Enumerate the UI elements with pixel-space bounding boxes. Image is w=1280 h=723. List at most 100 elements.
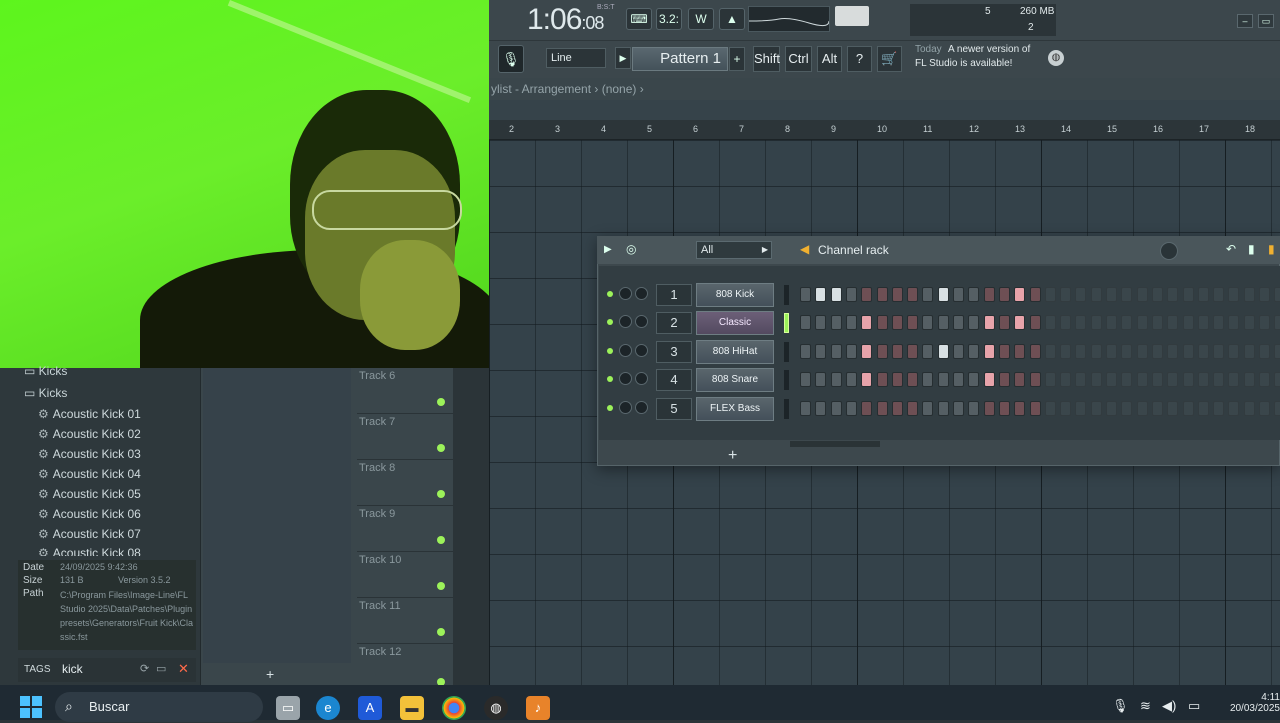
add-pattern-button[interactable]: + (729, 47, 745, 71)
track-header[interactable]: Track 12 (357, 644, 453, 690)
browser-item[interactable]: ⚙ Acoustic Kick 08 (38, 546, 141, 556)
track-mute-led[interactable] (437, 628, 445, 636)
step-button[interactable] (953, 315, 964, 330)
step-button[interactable] (845, 287, 857, 302)
channel-row[interactable]: 5 FLEX Bass (599, 395, 1280, 423)
step-button[interactable] (1090, 401, 1102, 416)
channel-name-button[interactable]: 808 Snare (696, 368, 774, 392)
track-mute-led[interactable] (437, 490, 445, 498)
channel-name-button[interactable]: 808 Kick (696, 283, 774, 307)
step-button[interactable] (1274, 401, 1280, 416)
shift-key-button[interactable]: Shift (753, 46, 780, 72)
browser-item[interactable]: ⚙ Acoustic Kick 01 (38, 407, 141, 421)
fl-studio-icon[interactable]: ♪ (526, 696, 550, 720)
app-icon[interactable]: A (358, 696, 382, 720)
step-button[interactable] (937, 401, 949, 416)
channel-select-indicator[interactable] (784, 399, 789, 419)
step-button[interactable] (1228, 315, 1240, 330)
master-volume[interactable] (835, 6, 869, 26)
step-button[interactable] (1213, 315, 1225, 330)
step-button[interactable] (1121, 287, 1133, 302)
pattern-play-icon[interactable]: ▶ (615, 47, 631, 69)
step-button[interactable] (907, 287, 919, 302)
step-button[interactable] (1060, 372, 1072, 387)
track-header[interactable]: Track 6 (357, 368, 453, 414)
step-button[interactable] (953, 401, 964, 416)
rack-scrollbar[interactable] (790, 441, 880, 447)
step-button[interactable] (830, 315, 842, 330)
edge-icon[interactable]: e (316, 696, 340, 720)
step-button[interactable] (800, 315, 811, 330)
step-button[interactable] (998, 401, 1010, 416)
volume-knob[interactable] (635, 344, 648, 357)
channel-mute-led[interactable] (607, 348, 613, 354)
step-button[interactable] (1228, 287, 1240, 302)
playlist-ruler[interactable]: 2 3 4 5 6 7 8 9 10 11 12 13 14 15 16 17 … (489, 120, 1280, 140)
step-button[interactable] (1213, 287, 1225, 302)
graph-icon[interactable]: ▮ (1248, 242, 1255, 256)
step-button[interactable] (861, 287, 873, 302)
step-button[interactable] (891, 287, 903, 302)
step-button[interactable] (891, 315, 903, 330)
step-button[interactable] (1259, 401, 1270, 416)
volume-knob[interactable] (635, 315, 648, 328)
track-header[interactable]: Track 8 (357, 460, 453, 506)
step-button[interactable] (1029, 401, 1041, 416)
step-button[interactable] (1090, 315, 1102, 330)
channel-mute-led[interactable] (607, 376, 613, 382)
step-button[interactable] (815, 344, 827, 359)
wifi-icon[interactable]: ≋ (1140, 698, 1151, 714)
channel-row[interactable]: 1 808 Kick (599, 281, 1280, 309)
wait-input-button[interactable]: W (688, 8, 714, 30)
step-button[interactable] (1106, 401, 1117, 416)
channel-select-indicator[interactable] (784, 285, 789, 305)
refresh-icon[interactable]: ⟳ (140, 662, 149, 675)
step-button[interactable] (1060, 344, 1072, 359)
step-button[interactable] (1014, 287, 1026, 302)
step-button[interactable] (998, 344, 1010, 359)
step-button[interactable] (1167, 315, 1179, 330)
step-button[interactable] (1182, 344, 1194, 359)
track-header[interactable]: Track 11 (357, 598, 453, 644)
alt-key-button[interactable]: Alt (817, 46, 842, 72)
folder-item-open[interactable]: ▭ Kicks (24, 386, 67, 400)
step-button[interactable] (1274, 315, 1280, 330)
step-button[interactable] (937, 315, 949, 330)
channel-row[interactable]: 2 Classic (599, 309, 1280, 337)
step-button[interactable] (1014, 401, 1026, 416)
news-message-2[interactable]: FL Studio is available! (915, 58, 1012, 69)
pan-knob[interactable] (619, 372, 632, 385)
step-button[interactable] (891, 401, 903, 416)
step-button[interactable] (1243, 315, 1255, 330)
step-button[interactable] (968, 287, 980, 302)
step-button[interactable] (815, 287, 827, 302)
step-button[interactable] (1167, 344, 1179, 359)
step-button[interactable] (1014, 315, 1026, 330)
step-button[interactable] (922, 287, 934, 302)
step-button[interactable] (845, 401, 857, 416)
step-button[interactable] (983, 287, 995, 302)
step-button[interactable] (953, 287, 964, 302)
step-button[interactable] (1044, 344, 1056, 359)
track-header[interactable]: Track 10 (357, 552, 453, 598)
step-button[interactable] (1029, 372, 1041, 387)
tags-input[interactable]: kick (62, 662, 83, 676)
track-mute-led[interactable] (437, 582, 445, 590)
pan-knob[interactable] (619, 287, 632, 300)
step-button[interactable] (1274, 372, 1280, 387)
folder-icon[interactable]: ▭ (156, 662, 166, 675)
channel-select-indicator[interactable] (784, 342, 789, 362)
track-header[interactable]: Track 7 (357, 414, 453, 460)
step-button[interactable] (922, 372, 934, 387)
step-button[interactable] (1243, 401, 1255, 416)
step-button[interactable] (922, 344, 934, 359)
step-button[interactable] (891, 344, 903, 359)
step-button[interactable] (968, 344, 980, 359)
volume-knob[interactable] (635, 287, 648, 300)
step-button[interactable] (815, 372, 827, 387)
step-button[interactable] (830, 287, 842, 302)
pan-knob[interactable] (619, 315, 632, 328)
step-button[interactable] (1075, 372, 1087, 387)
step-button[interactable] (907, 344, 919, 359)
step-button[interactable] (1136, 372, 1148, 387)
